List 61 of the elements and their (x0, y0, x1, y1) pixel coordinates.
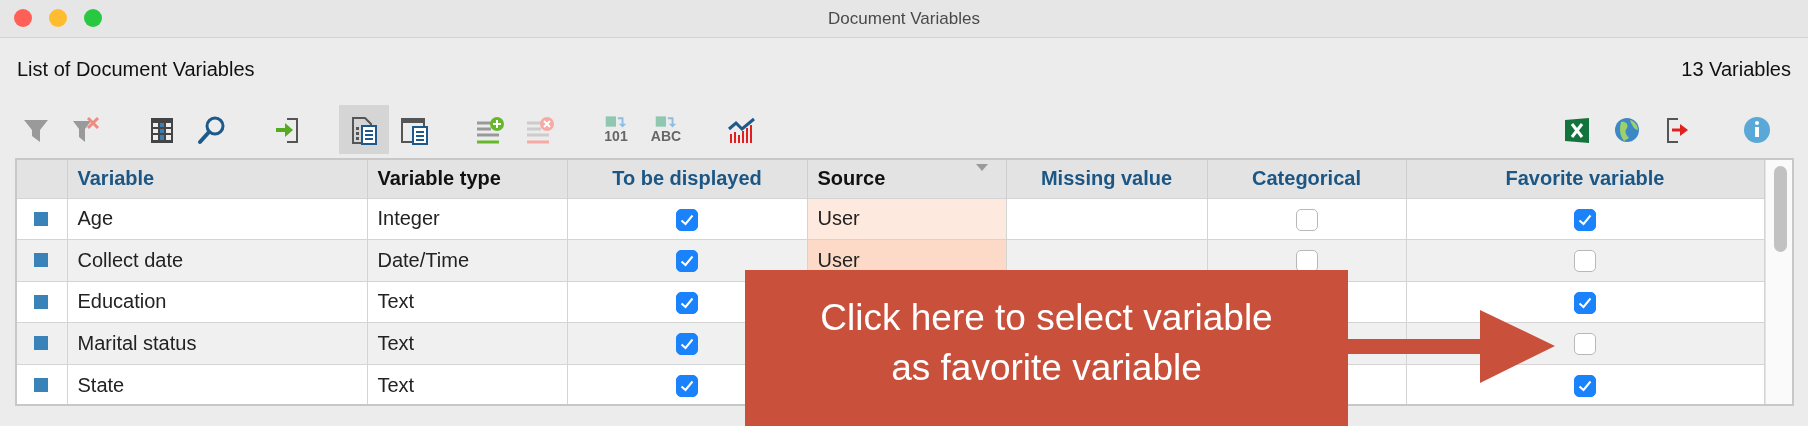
row-marker-icon (34, 253, 48, 268)
checkbox[interactable] (676, 374, 698, 397)
source-value: User (817, 248, 860, 271)
variable-type: Text (377, 290, 415, 313)
checkmark-icon (1578, 379, 1592, 392)
column-header[interactable]: To be displayed (612, 167, 762, 190)
source-value: User (817, 207, 860, 230)
variable-type: Text (377, 331, 415, 354)
column-header[interactable]: Source (817, 167, 886, 190)
column-header[interactable]: Categorical (1252, 167, 1361, 190)
checkbox[interactable] (1574, 291, 1596, 314)
variable-name: State (77, 373, 125, 396)
squares-arrow-button[interactable]: 101 (591, 105, 641, 154)
checkbox[interactable] (1295, 208, 1318, 231)
checkbox[interactable] (1574, 333, 1596, 356)
variable-type: Integer (377, 207, 440, 230)
scrollbar[interactable] (1764, 160, 1792, 404)
callout-text: Click here to select variable (820, 296, 1273, 340)
search-icon (197, 114, 227, 145)
checkbox[interactable] (676, 333, 698, 356)
scrollbar-thumb[interactable] (1773, 166, 1787, 252)
list-plus-icon (475, 114, 505, 145)
window-title: Document Variables (828, 8, 980, 29)
variable-name: Marital status (77, 331, 197, 354)
squares-arrow-button[interactable]: ABC (641, 105, 691, 154)
document-icon (349, 114, 379, 145)
checkbox[interactable] (1574, 208, 1596, 231)
row-marker-icon (34, 336, 48, 351)
list-cross-icon (525, 114, 555, 145)
variable-name: Education (77, 290, 167, 313)
checkmark-icon (680, 379, 694, 392)
row-marker-icon (34, 294, 48, 309)
checkbox[interactable] (1574, 250, 1596, 273)
row-marker-icon (34, 211, 48, 226)
callout-text: as favorite variable (891, 346, 1202, 390)
column-header[interactable]: Variable type (377, 167, 501, 190)
checkbox[interactable] (676, 208, 698, 231)
document-button[interactable] (339, 105, 389, 154)
checkbox[interactable] (1574, 374, 1596, 397)
checkmark-icon (680, 338, 694, 351)
checkbox[interactable] (1295, 250, 1318, 273)
row-marker-icon (34, 378, 48, 392)
checkmark-icon (1578, 296, 1592, 309)
checkmark-icon (1578, 213, 1592, 226)
variable-type: Date/Time (377, 248, 469, 271)
checkbox[interactable] (676, 291, 698, 314)
column-header[interactable]: Favorite variable (1505, 167, 1665, 190)
filter-remove-icon (71, 114, 101, 145)
list-title: List of Document Variables (17, 57, 255, 82)
checkmark-icon (680, 296, 694, 309)
checkmark-icon (680, 255, 694, 268)
column-header[interactable]: Missing value (1040, 167, 1173, 190)
checkmark-icon (680, 213, 694, 226)
variable-name: Age (77, 207, 114, 230)
checkbox[interactable] (676, 250, 698, 273)
variable-type: Text (377, 373, 415, 396)
info-icon (1742, 114, 1772, 145)
column-header[interactable]: Variable (77, 167, 155, 190)
close-button[interactable] (14, 9, 32, 27)
variable-name: Collect date (77, 248, 184, 271)
variable-count: 13 Variables (1681, 57, 1791, 82)
